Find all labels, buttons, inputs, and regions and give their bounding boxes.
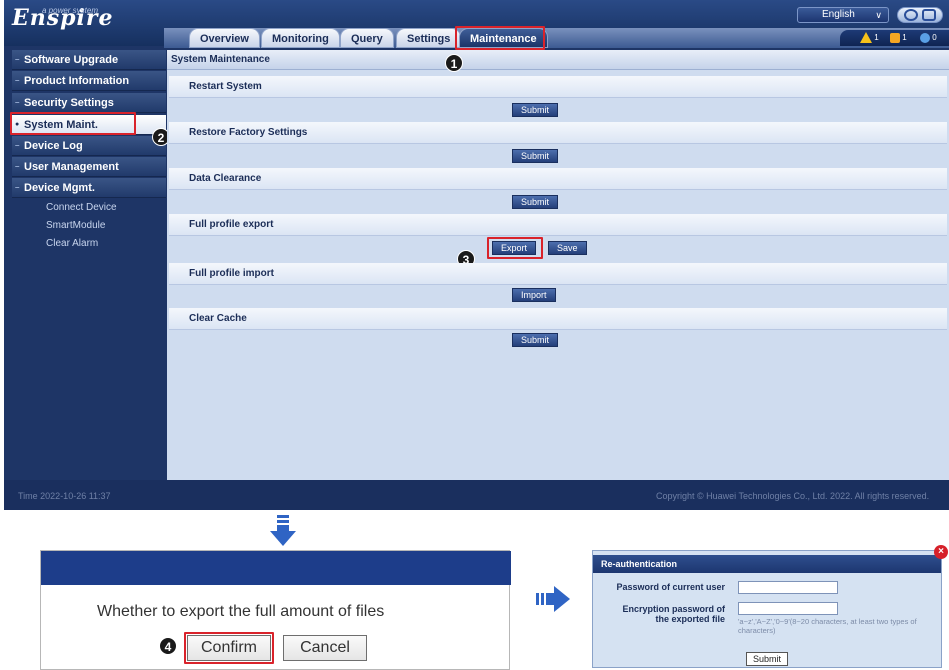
highlight-box xyxy=(487,237,543,259)
alarm-count: 0 xyxy=(932,33,937,42)
section-full-profile-import: Full profile import xyxy=(169,263,947,285)
arrow-down-icon xyxy=(270,515,296,546)
header: Enspire a power system English ∨ Overvie… xyxy=(4,0,949,50)
time-label: Time 2022-10-26 11:37 xyxy=(18,491,111,501)
highlight-box xyxy=(184,632,274,664)
cancel-button[interactable]: Cancel xyxy=(283,635,367,661)
encryption-password-label: Encryption password of xyxy=(622,604,725,614)
chevron-down-icon: ∨ xyxy=(875,10,882,20)
reauth-submit-button[interactable]: Submit xyxy=(746,652,788,666)
restore-submit-button[interactable]: Submit xyxy=(512,149,559,163)
password-hint: 'a~z','A~Z','0~9'(8~20 characters, at le… xyxy=(738,617,917,635)
dialog-title: Re-authentication xyxy=(593,555,941,573)
language-select[interactable]: English ∨ xyxy=(797,7,889,23)
app-window: Enspire a power system English ∨ Overvie… xyxy=(4,0,949,510)
sidebar-subitem-connect-device[interactable]: Connect Device xyxy=(46,200,117,216)
confirm-message: Whether to export the full amount of fil… xyxy=(97,603,385,620)
sidebar-item-device-log[interactable]: Device Log xyxy=(12,136,166,156)
restart-submit-button[interactable]: Submit xyxy=(512,103,559,117)
tab-monitoring[interactable]: Monitoring xyxy=(261,28,340,48)
dialog-title-bar xyxy=(41,551,511,585)
info-icon[interactable] xyxy=(904,9,918,21)
highlight-box xyxy=(10,112,136,135)
tab-overview[interactable]: Overview xyxy=(189,28,260,48)
current-password-input[interactable] xyxy=(738,581,838,594)
sidebar-item-product-information[interactable]: Product Information xyxy=(12,71,166,91)
arrow-right-icon xyxy=(536,586,570,612)
alarm-bar: 1 1 0 xyxy=(840,30,949,46)
sidebar-item-security-settings[interactable]: Security Settings xyxy=(12,93,166,113)
tab-settings[interactable]: Settings xyxy=(396,28,462,48)
copyright-text: Copyright © Huawei Technologies Co., Ltd… xyxy=(656,491,930,501)
clearance-submit-button[interactable]: Submit xyxy=(512,195,559,209)
cache-submit-button[interactable]: Submit xyxy=(512,333,559,347)
major-alarm-icon[interactable]: 1 xyxy=(890,32,907,44)
main-content: System Maintenance Restart System Submit… xyxy=(167,50,949,480)
logout-icon[interactable] xyxy=(922,9,936,21)
alarm-count: 1 xyxy=(874,33,879,42)
logo-subtitle: a power system xyxy=(42,6,99,15)
import-button[interactable]: Import xyxy=(512,288,556,302)
encryption-password-input[interactable] xyxy=(738,602,838,615)
section-full-profile-export: Full profile export xyxy=(169,214,947,236)
composite-screenshot: Enspire a power system English ∨ Overvie… xyxy=(0,0,949,670)
section-data-clearance: Data Clearance xyxy=(169,168,947,190)
sidebar-item-user-management[interactable]: User Management xyxy=(12,157,166,177)
close-icon[interactable]: × xyxy=(934,545,948,559)
highlight-box xyxy=(455,26,545,50)
confirm-dialog: Whether to export the full amount of fil… xyxy=(40,550,511,670)
sidebar-subitem-smartmodule[interactable]: SmartModule xyxy=(46,218,105,234)
warning-triangle-icon[interactable]: 1 xyxy=(860,32,879,44)
language-value: English xyxy=(822,9,855,20)
section-restart-system: Restart System xyxy=(169,76,947,98)
alarm-count: 1 xyxy=(902,33,907,42)
reauth-dialog: Re-authentication Password of current us… xyxy=(592,550,942,668)
callout-badge: 1 xyxy=(445,54,463,72)
header-action-group xyxy=(897,7,943,23)
sidebar-item-software-upgrade[interactable]: Software Upgrade xyxy=(12,50,166,70)
save-button[interactable]: Save xyxy=(548,241,587,255)
page-title: System Maintenance xyxy=(167,50,949,70)
callout-badge: 4 xyxy=(159,637,177,655)
minor-alarm-icon[interactable]: 0 xyxy=(920,32,937,44)
section-restore-factory: Restore Factory Settings xyxy=(169,122,947,144)
footer: Time 2022-10-26 11:37 Copyright © Huawei… xyxy=(4,480,949,510)
password-label: Password of current user xyxy=(616,582,725,592)
sidebar-item-device-mgmt[interactable]: Device Mgmt. xyxy=(12,178,166,198)
sidebar-subitem-clear-alarm[interactable]: Clear Alarm xyxy=(46,236,98,252)
section-clear-cache: Clear Cache xyxy=(169,308,947,330)
encryption-password-label-line2: the exported file xyxy=(655,614,725,624)
tab-query[interactable]: Query xyxy=(340,28,394,48)
